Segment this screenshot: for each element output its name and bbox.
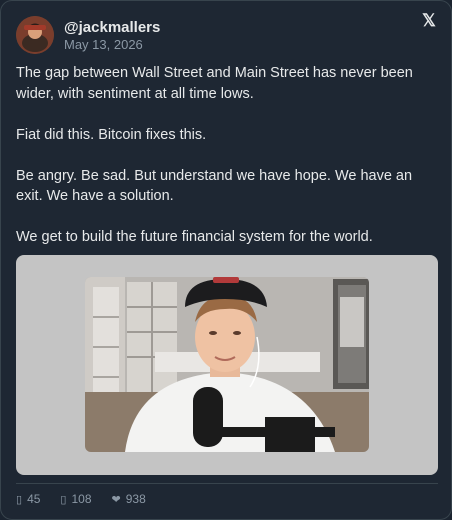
- like-stat[interactable]: ❤ 938: [112, 492, 146, 506]
- video-thumbnail[interactable]: [85, 277, 369, 452]
- engagement-bar: ▯ 45 ▯ 108 ❤ 938: [16, 492, 146, 506]
- reply-count: 45: [27, 492, 41, 506]
- media-container[interactable]: [16, 255, 438, 475]
- author-handle[interactable]: @jackmallers: [64, 19, 160, 36]
- x-logo-icon[interactable]: 𝕏: [421, 12, 437, 29]
- tweet-text: The gap between Wall Street and Main Str…: [16, 63, 431, 268]
- retweet-count: 108: [71, 492, 92, 506]
- tweet-paragraph: Fiat did this. Bitcoin fixes this.: [16, 126, 207, 143]
- retweet-icon: ▯: [60, 493, 67, 506]
- reply-icon: ▯: [16, 493, 23, 506]
- tweet-card: @jackmallers May 13, 2026 𝕏 The gap betw…: [0, 0, 452, 520]
- tweet-paragraph: Be angry. Be sad. But understand we have…: [16, 167, 413, 205]
- avatar[interactable]: [16, 16, 54, 54]
- stats-divider: [16, 483, 438, 484]
- like-count: 938: [125, 492, 146, 506]
- tweet-date[interactable]: May 13, 2026: [64, 37, 143, 52]
- reply-stat[interactable]: ▯ 45: [16, 492, 40, 506]
- heart-icon: ❤: [111, 493, 121, 506]
- retweet-stat[interactable]: ▯ 108: [60, 492, 91, 506]
- tweet-paragraph: The gap between Wall Street and Main Str…: [16, 65, 413, 102]
- tweet-paragraph: We get to build the future financial sys…: [16, 229, 373, 245]
